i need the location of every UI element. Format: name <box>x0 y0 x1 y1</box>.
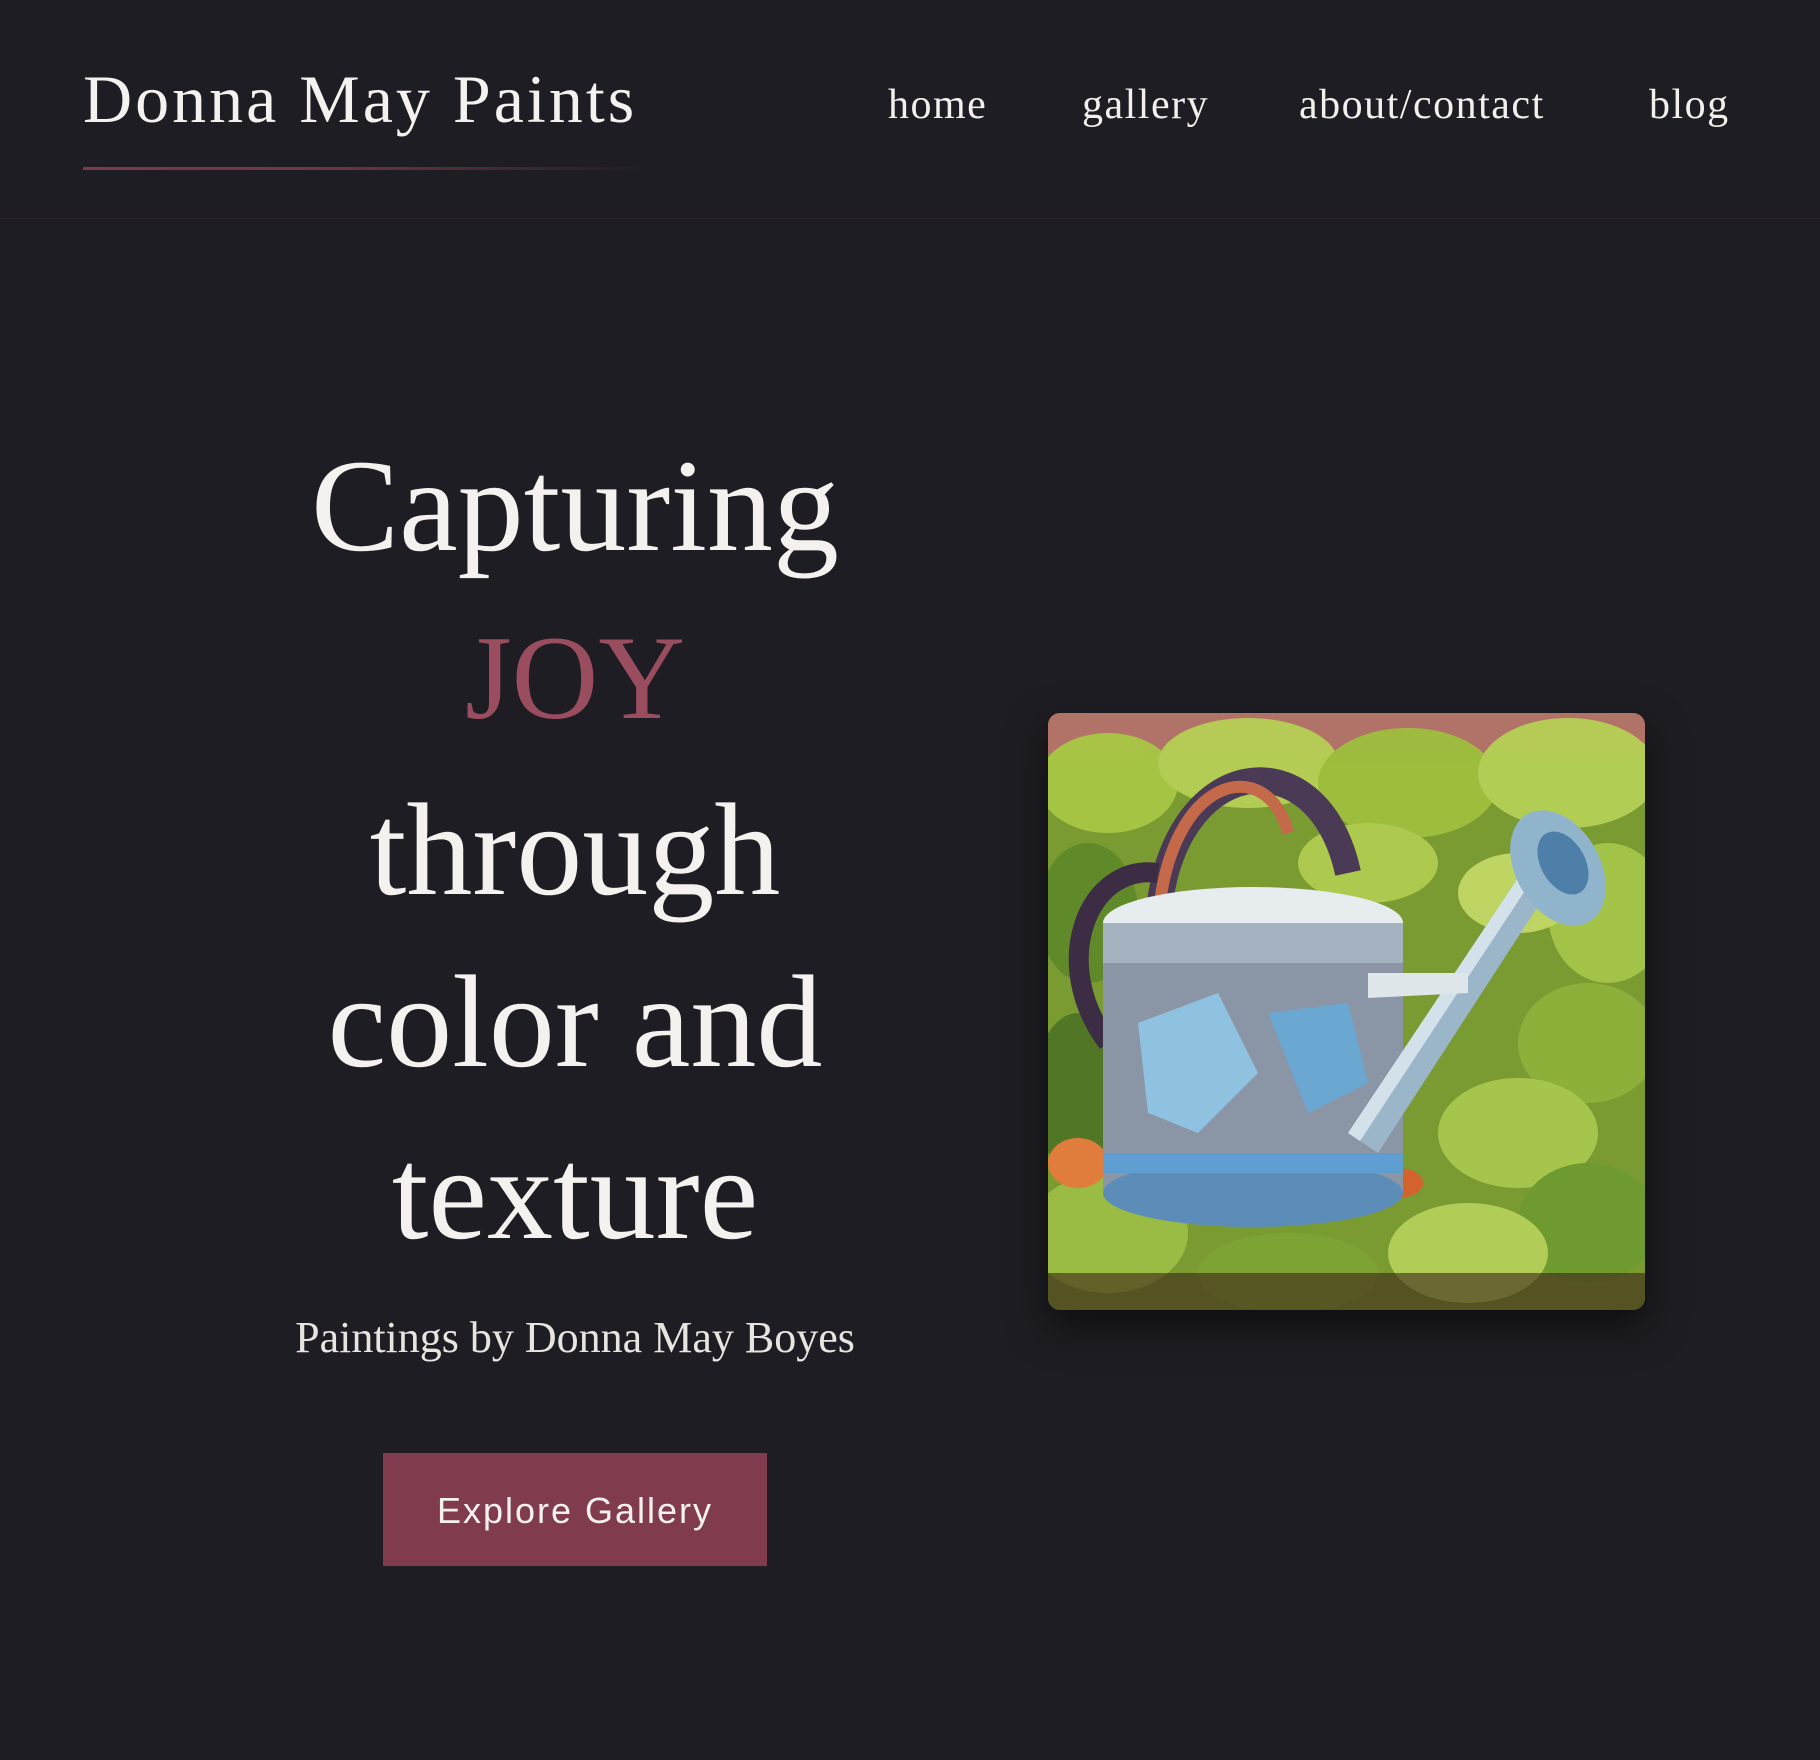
headline-line-through: through <box>369 776 781 923</box>
featured-painting-image[interactable] <box>1048 713 1645 1310</box>
hero-subtitle: Paintings by Donna May Boyes <box>295 1313 855 1362</box>
hero-headline: Capturing JOY through color and texture <box>200 420 950 1280</box>
explore-gallery-button[interactable]: Explore Gallery <box>383 1453 767 1566</box>
headline-accent-joy: JOY <box>464 611 686 744</box>
headline-line-texture: texture <box>391 1120 759 1267</box>
site-header: Donna May Paints home gallery about/cont… <box>0 0 1820 219</box>
main-nav: home gallery about/contact blog <box>0 80 1820 140</box>
headline-line-color-and: color and <box>327 948 823 1095</box>
logo-underline <box>83 167 653 170</box>
nav-home-link[interactable]: home <box>888 80 987 130</box>
headline-line-capturing: Capturing <box>311 432 839 579</box>
hero-text: Capturing JOY through color and texture … <box>200 420 950 1566</box>
nav-gallery-link[interactable]: gallery <box>1082 80 1209 130</box>
nav-blog-link[interactable]: blog <box>1649 80 1730 130</box>
watering-can-painting <box>1048 713 1645 1310</box>
nav-about-contact-link[interactable]: about/contact <box>1299 80 1545 130</box>
